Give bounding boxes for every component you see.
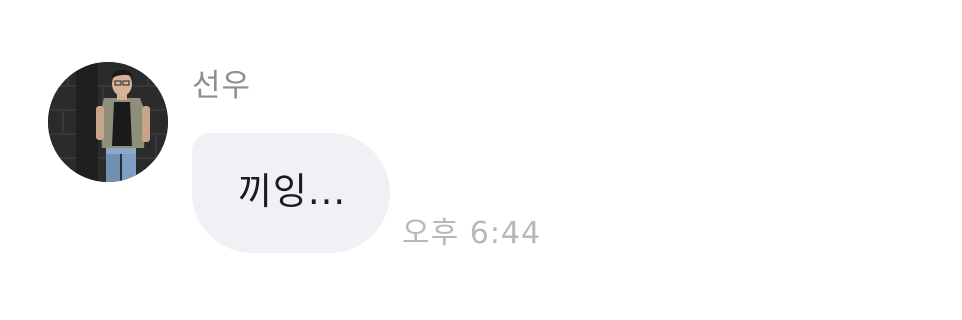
profile-photo-icon bbox=[48, 62, 168, 182]
message-timestamp: 오후 6:44 bbox=[402, 216, 542, 251]
avatar[interactable] bbox=[48, 62, 168, 182]
sender-name: 선우 bbox=[192, 68, 252, 104]
message-bubble[interactable]: 끼잉... bbox=[192, 133, 390, 253]
message-text: 끼잉... bbox=[237, 170, 347, 213]
